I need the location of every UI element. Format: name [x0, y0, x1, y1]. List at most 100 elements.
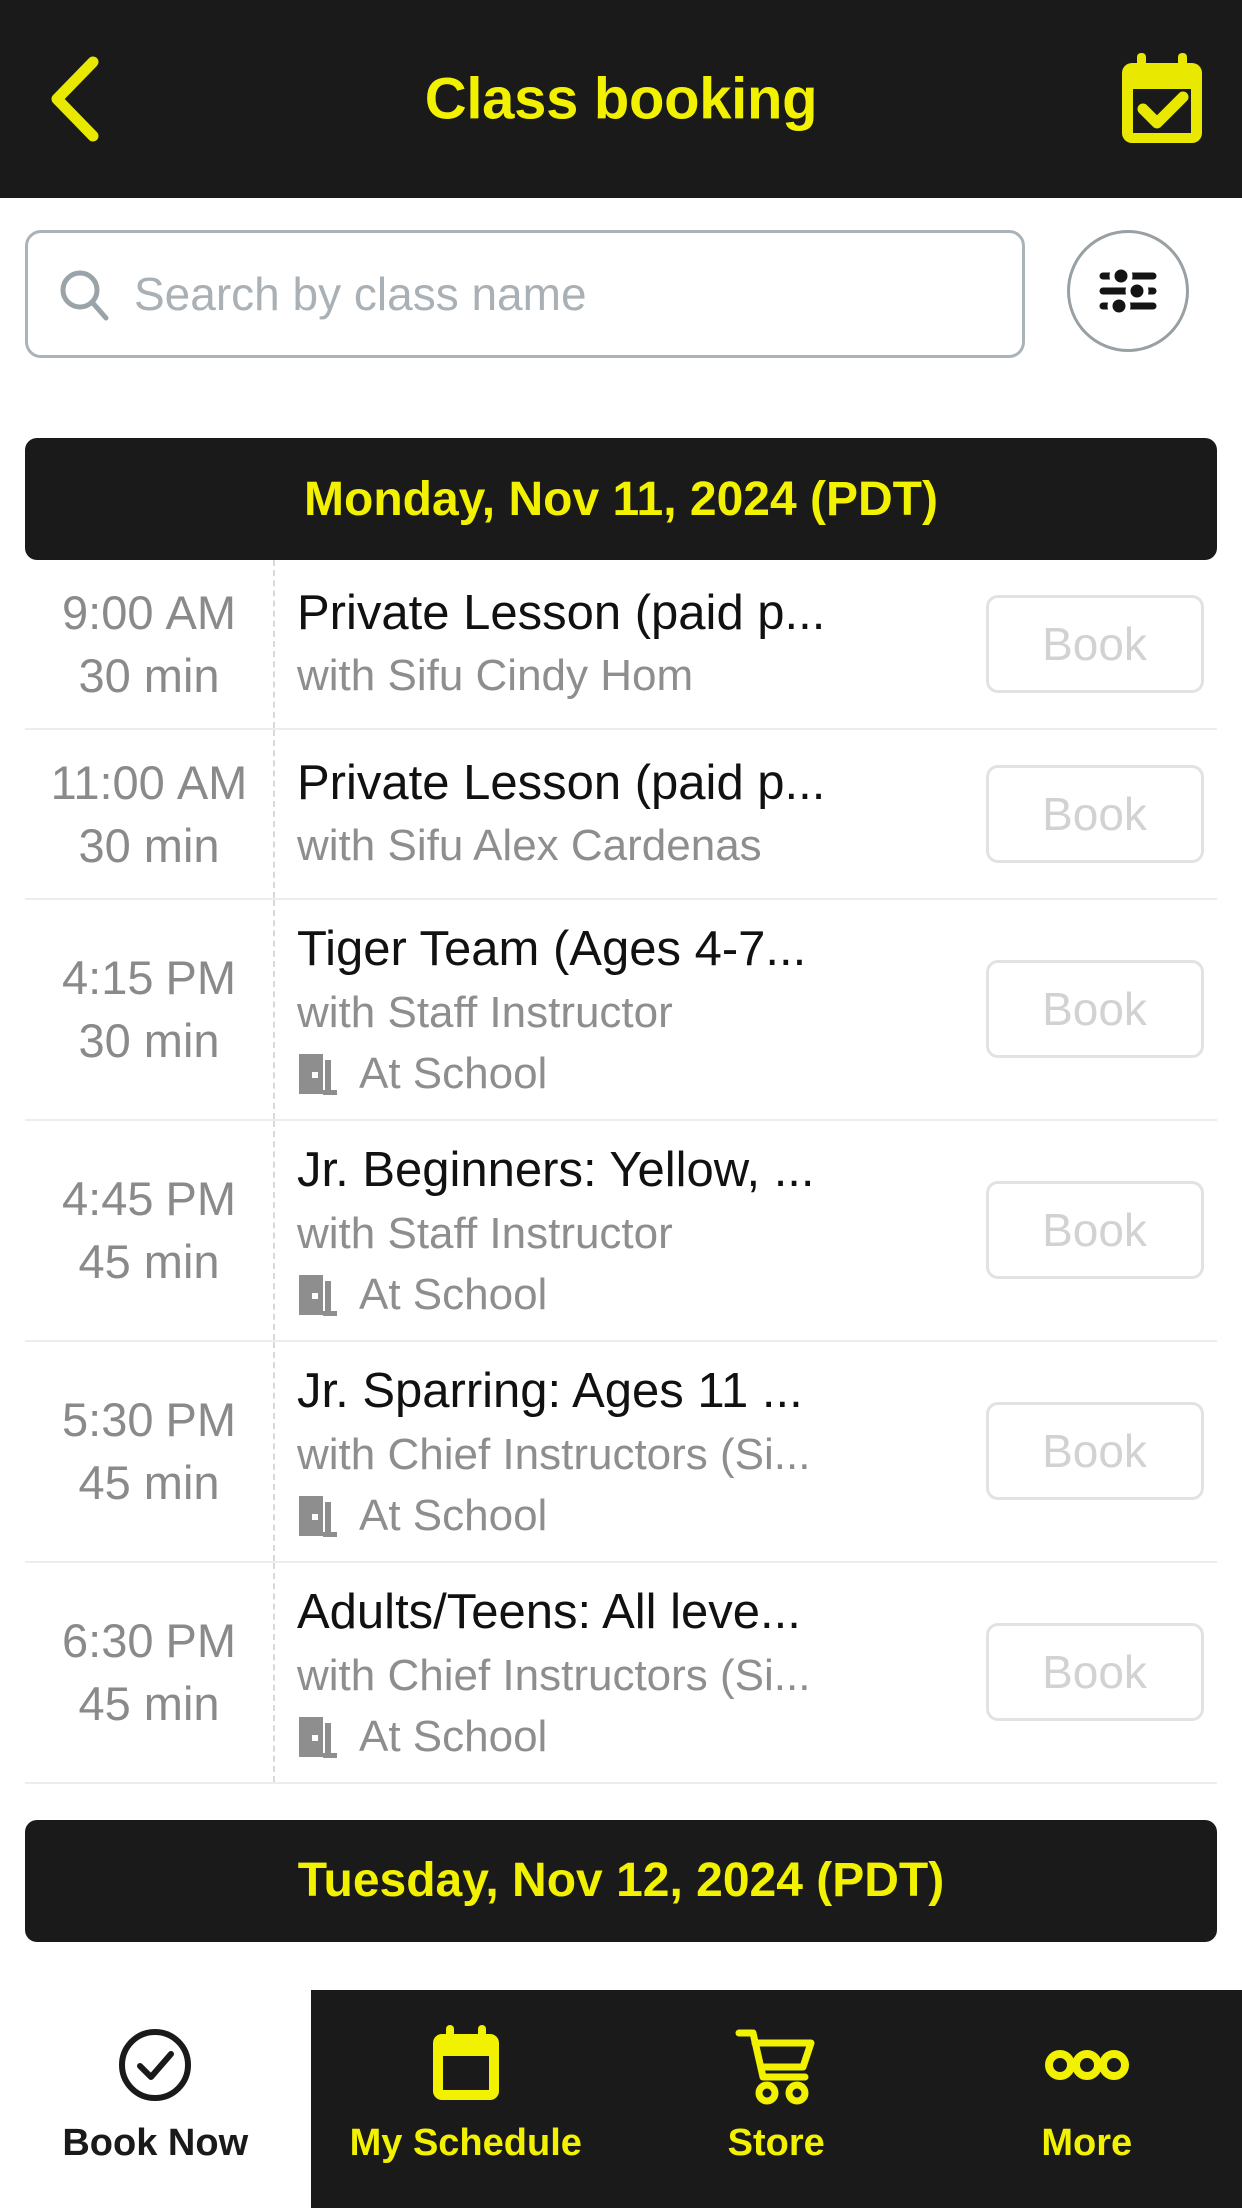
class-time-value: 9:00: [62, 585, 154, 639]
class-title: Jr. Beginners: Yellow, ...: [297, 1142, 815, 1197]
class-info-cell: Private Lesson (paid p... with Sifu Alex…: [275, 730, 972, 898]
class-location-label: At School: [359, 1269, 548, 1319]
class-time-cell: 4:15 PM 30 min: [25, 900, 275, 1119]
book-button[interactable]: Book: [985, 765, 1204, 863]
book-button[interactable]: Book: [985, 1623, 1204, 1722]
table-row[interactable]: 4:45 PM 45 min Jr. Beginners: Yellow, ...…: [25, 1120, 1217, 1342]
calendar-check-icon: [1122, 53, 1202, 143]
class-action-cell: Book: [972, 1342, 1217, 1561]
class-time-ampm: PM: [165, 951, 236, 1005]
bottom-navigation: Book Now My Schedule Store More: [0, 1990, 1242, 2208]
class-time: 9:00 AM: [62, 581, 236, 644]
class-rows: 9:00 AM 30 min Private Lesson (paid p... …: [25, 560, 1217, 1784]
class-time-ampm: AM: [165, 585, 236, 639]
search-row: [0, 230, 1242, 380]
search-input[interactable]: [134, 267, 994, 321]
class-title: Adults/Teens: All leve...: [297, 1584, 801, 1639]
class-time: 4:45 PM: [62, 1167, 236, 1230]
class-instructor: with Staff Instructor: [297, 987, 673, 1037]
class-time-value: 4:45: [62, 1171, 154, 1225]
book-button[interactable]: Book: [985, 1181, 1204, 1280]
class-time-value: 4:15: [62, 951, 154, 1005]
class-action-cell: Book: [972, 730, 1217, 898]
book-button[interactable]: Book: [985, 1402, 1204, 1501]
nav-label-my-schedule: My Schedule: [349, 2122, 582, 2164]
search-box[interactable]: [25, 230, 1025, 358]
day-header: Tuesday, Nov 12, 2024 (PDT): [25, 1819, 1217, 1942]
class-duration: 45 min: [78, 1677, 220, 1731]
class-instructor: with Chief Instructors (Si...: [297, 1429, 811, 1479]
filter-button[interactable]: [1067, 230, 1189, 352]
class-info-cell: Private Lesson (paid p... with Sifu Cind…: [275, 560, 972, 728]
three-dots-icon: [1042, 2022, 1132, 2108]
class-time-ampm: AM: [176, 755, 248, 809]
class-title: Jr. Sparring: Ages 11 ...: [297, 1363, 803, 1418]
class-duration: 30 min: [78, 1014, 220, 1068]
class-time-value: 11:00: [50, 755, 165, 809]
table-row[interactable]: 11:00 AM 30 min Private Lesson (paid p...…: [25, 730, 1217, 900]
class-instructor: with Staff Instructor: [297, 1208, 673, 1258]
table-row[interactable]: 5:30 PM 45 min Jr. Sparring: Ages 11 ... …: [25, 1341, 1217, 1563]
class-action-cell: Book: [972, 1121, 1217, 1340]
nav-label-more: More: [1041, 2122, 1133, 2164]
class-time-cell: 9:00 AM 30 min: [25, 560, 275, 728]
class-instructor: with Sifu Cindy Hom: [297, 651, 694, 701]
schedule-list[interactable]: Monday, Nov 11, 2024 (PDT) 9:00 AM 30 min…: [0, 438, 1242, 2208]
class-time-cell: 5:30 PM 45 min: [25, 1341, 275, 1561]
class-action-cell: Book: [972, 560, 1217, 728]
class-time-cell: 11:00 AM 30 min: [25, 730, 275, 898]
class-time: 11:00 AM: [51, 751, 248, 814]
table-row[interactable]: 6:30 PM 45 min Adults/Teens: All leve... …: [25, 1562, 1217, 1784]
nav-item-book-now[interactable]: Book Now: [0, 1990, 311, 2208]
class-action-cell: Book: [972, 1563, 1217, 1782]
class-location-label: At School: [359, 1711, 548, 1761]
class-time-ampm: PM: [165, 1171, 236, 1225]
shopping-cart-icon: [733, 2022, 819, 2108]
class-time: 6:30 PM: [62, 1609, 236, 1672]
class-info-cell: Jr. Beginners: Yellow, ... with Staff In…: [275, 1121, 972, 1340]
table-row[interactable]: 9:00 AM 30 min Private Lesson (paid p... …: [25, 560, 1217, 730]
app-header: Class booking: [0, 0, 1242, 198]
class-time: 4:15 PM: [62, 946, 236, 1009]
class-location: At School: [297, 1049, 962, 1099]
class-booking-screen: Class booking Search by class name Monda…: [0, 0, 1242, 2208]
class-instructor: with Chief Instructors (Si...: [297, 1650, 811, 1700]
class-location: At School: [297, 1270, 962, 1320]
calendar-icon: [426, 2022, 506, 2108]
class-time-value: 6:30: [62, 1613, 154, 1667]
page-title: Class booking: [424, 66, 818, 132]
class-info-cell: Tiger Team (Ages 4-7... with Staff Instr…: [275, 900, 972, 1119]
search-icon: [56, 266, 112, 322]
nav-label-store: Store: [727, 2122, 825, 2164]
class-duration: 30 min: [78, 649, 220, 702]
class-time-ampm: PM: [165, 1613, 236, 1667]
class-location: At School: [297, 1712, 962, 1762]
class-title: Tiger Team (Ages 4-7...: [297, 922, 807, 976]
school-door-icon: [297, 1492, 341, 1540]
class-duration: 45 min: [78, 1456, 220, 1510]
book-button[interactable]: Book: [985, 595, 1204, 693]
book-button[interactable]: Book: [985, 960, 1204, 1059]
calendar-check-button[interactable]: [1112, 49, 1212, 149]
class-location-label: At School: [359, 1048, 548, 1098]
class-action-cell: Book: [972, 900, 1217, 1119]
class-info-cell: Jr. Sparring: Ages 11 ... with Chief Ins…: [275, 1342, 972, 1561]
class-location: At School: [297, 1491, 962, 1541]
nav-item-my-schedule[interactable]: My Schedule: [310, 1990, 621, 2208]
class-time-cell: 4:45 PM 45 min: [25, 1120, 275, 1340]
school-door-icon: [297, 1050, 341, 1098]
table-row[interactable]: 4:15 PM 30 min Tiger Team (Ages 4-7... wi…: [25, 900, 1217, 1121]
nav-item-more[interactable]: More: [931, 1990, 1242, 2208]
check-circle-icon: [115, 2022, 195, 2108]
class-duration: 30 min: [78, 819, 220, 872]
day-header-label: Tuesday, Nov 12, 2024 (PDT): [297, 1854, 945, 1908]
day-header: Monday, Nov 11, 2024 (PDT): [25, 438, 1217, 560]
day-header-label: Monday, Nov 11, 2024 (PDT): [304, 472, 938, 526]
school-door-icon: [297, 1271, 341, 1319]
nav-item-store[interactable]: Store: [621, 1990, 932, 2208]
class-title: Private Lesson (paid p...: [297, 755, 826, 810]
class-duration: 45 min: [78, 1235, 220, 1289]
class-instructor: with Sifu Alex Cardenas: [297, 821, 762, 871]
class-location-label: At School: [359, 1490, 548, 1540]
class-time: 5:30 PM: [62, 1388, 236, 1451]
